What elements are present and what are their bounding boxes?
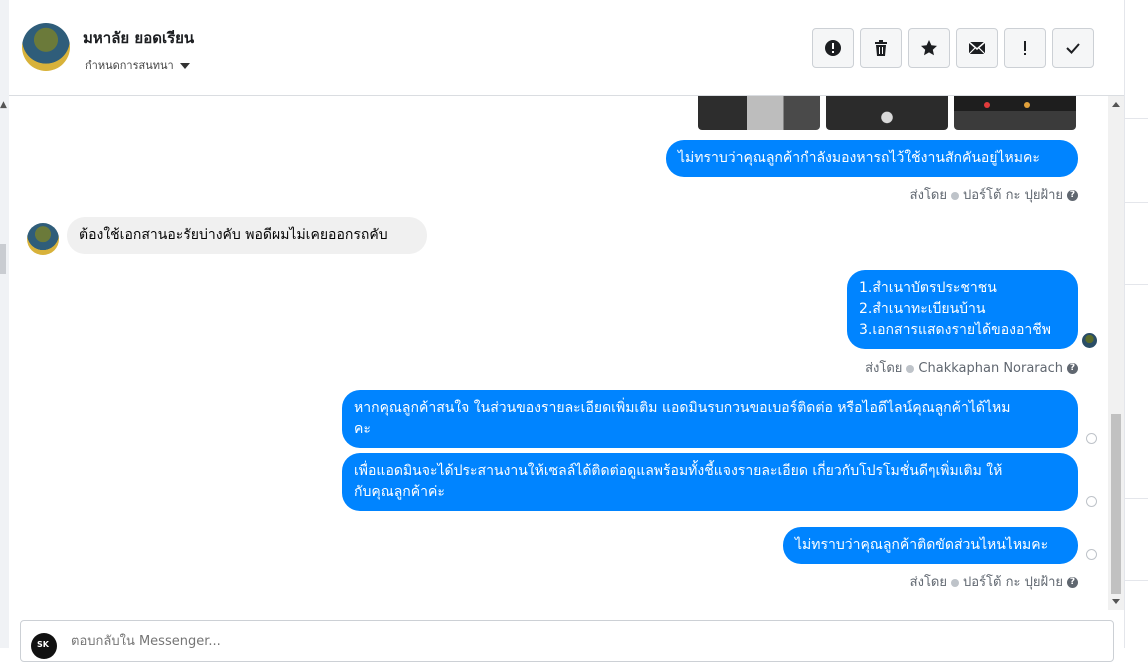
car-photo-thumbnail[interactable] [698, 96, 820, 130]
reply-input[interactable] [69, 633, 973, 650]
divider [1125, 580, 1148, 581]
reply-composer [20, 620, 1114, 662]
scroll-up-icon[interactable] [1112, 102, 1120, 107]
divider [1125, 202, 1148, 203]
message-text: ไม่ทราบว่าคุณลูกค้าติดขัดส่วนไหนไหมคะ [795, 537, 1049, 553]
sender-avatar-icon [906, 364, 915, 373]
sent-by-prefix: ส่งโดย [909, 575, 947, 590]
outgoing-message[interactable]: หากคุณลูกค้าสนใจ ในส่วนของรายละเอียดเพิ่… [342, 390, 1078, 448]
left-edge-marker: ▲ [0, 100, 7, 110]
contact-avatar[interactable] [22, 23, 70, 71]
divider [1125, 284, 1148, 285]
seen-avatar [1082, 333, 1097, 348]
message-text: ไม่ทราบว่าคุณลูกค้ากำลังมองหารถไว้ใช้งาน… [678, 150, 1040, 166]
caret-down-icon [179, 63, 190, 69]
trash-icon [875, 40, 887, 56]
mark-unread-button[interactable] [956, 28, 998, 68]
envelope-icon [968, 41, 986, 55]
right-edge [1124, 0, 1148, 648]
divider [1125, 118, 1148, 119]
checkmark-icon [1066, 43, 1080, 54]
sent-status-icon [1086, 549, 1097, 560]
outgoing-message[interactable]: ไม่ทราบว่าคุณลูกค้ากำลังมองหารถไว้ใช้งาน… [666, 140, 1078, 177]
message-text-line: 1.สำเนาบัตรประชาชน [859, 280, 997, 296]
sender-name[interactable]: ปอร์โต้ กะ ปุยฝ้าย [963, 575, 1063, 590]
delete-button[interactable] [860, 28, 902, 68]
outgoing-message[interactable]: 1.สำเนาบัตรประชาชน 2.สำเนาทะเบียนบ้าน 3.… [847, 270, 1078, 349]
left-edge-bar [0, 244, 6, 274]
conversation-header: มหาลัย ยอดเรียน กำหนดการสนทนา [9, 0, 1124, 96]
sent-by-prefix: ส่งโดย [865, 361, 903, 376]
message-text: ต้องใช้เอกสานอะรัยบ่างคับ พอดีผมไม่เคยออ… [79, 227, 388, 243]
mark-done-button[interactable] [1052, 28, 1094, 68]
sender-avatar-icon [951, 191, 959, 200]
mark-spam-button[interactable] [1004, 28, 1046, 68]
message-text-line: กับคุณลูกค้าค่ะ [354, 484, 445, 500]
outgoing-message[interactable]: ไม่ทราบว่าคุณลูกค้าติดขัดส่วนไหนไหมคะ [783, 527, 1078, 564]
message-text-line: หากคุณลูกค้าสนใจ ในส่วนของรายละเอียดเพิ่… [354, 400, 1011, 416]
sender-name[interactable]: Chakkaphan Norarach [918, 361, 1063, 376]
star-button[interactable] [908, 28, 950, 68]
alert-circle-icon [825, 40, 841, 56]
thread-scrollbar[interactable] [1108, 96, 1124, 610]
conversation-schedule[interactable]: กำหนดการสนทนา [85, 56, 190, 74]
scrollbar-thumb[interactable] [1111, 414, 1121, 594]
sender-name[interactable]: ปอร์โต้ กะ ปุยฝ้าย [963, 188, 1063, 203]
help-icon[interactable]: ? [1067, 363, 1078, 374]
report-button[interactable] [812, 28, 854, 68]
contact-avatar-small [27, 223, 59, 255]
help-icon[interactable]: ? [1067, 190, 1078, 201]
message-text-line: 2.สำเนาทะเบียนบ้าน [859, 301, 986, 317]
exclamation-icon [1024, 41, 1026, 55]
incoming-message[interactable]: ต้องใช้เอกสานอะรัยบ่างคับ พอดีผมไม่เคยออ… [67, 217, 427, 254]
message-thread[interactable]: ไม่ทราบว่าคุณลูกค้ากำลังมองหารถไว้ใช้งาน… [9, 96, 1109, 610]
star-icon [921, 40, 937, 56]
help-icon[interactable]: ? [1067, 577, 1078, 588]
message-text-line: 3.เอกสารแสดงรายได้ของอาชีพ [859, 322, 1051, 338]
sent-by-label: ส่งโดย ปอร์โต้ กะ ปุยฝ้าย? [878, 571, 1078, 592]
page-avatar [31, 633, 57, 659]
divider [1125, 498, 1148, 499]
sent-status-icon [1086, 496, 1097, 507]
sent-by-prefix: ส่งโดย [909, 188, 947, 203]
sent-by-label: ส่งโดย ปอร์โต้ กะ ปุยฝ้าย? [878, 184, 1078, 205]
sent-status-icon [1086, 433, 1097, 444]
conversation-schedule-label: กำหนดการสนทนา [85, 59, 174, 72]
message-text-line: คะ [354, 421, 371, 437]
conversation-panel: มหาลัย ยอดเรียน กำหนดการสนทนา ไม่ทราบว่า… [9, 0, 1124, 662]
scroll-down-icon[interactable] [1112, 599, 1120, 604]
sent-by-label: ส่งโดย Chakkaphan Norarach? [778, 357, 1078, 378]
sender-avatar-icon [951, 578, 959, 587]
car-photo-thumbnail[interactable] [954, 96, 1076, 130]
outgoing-message[interactable]: เพื่อแอดมินจะได้ประสานงานให้เซลล์ได้ติดต… [342, 453, 1078, 511]
contact-name[interactable]: มหาลัย ยอดเรียน [83, 26, 194, 50]
car-photo-thumbnail[interactable] [826, 96, 948, 130]
message-text-line: เพื่อแอดมินจะได้ประสานงานให้เซลล์ได้ติดต… [354, 463, 1003, 479]
